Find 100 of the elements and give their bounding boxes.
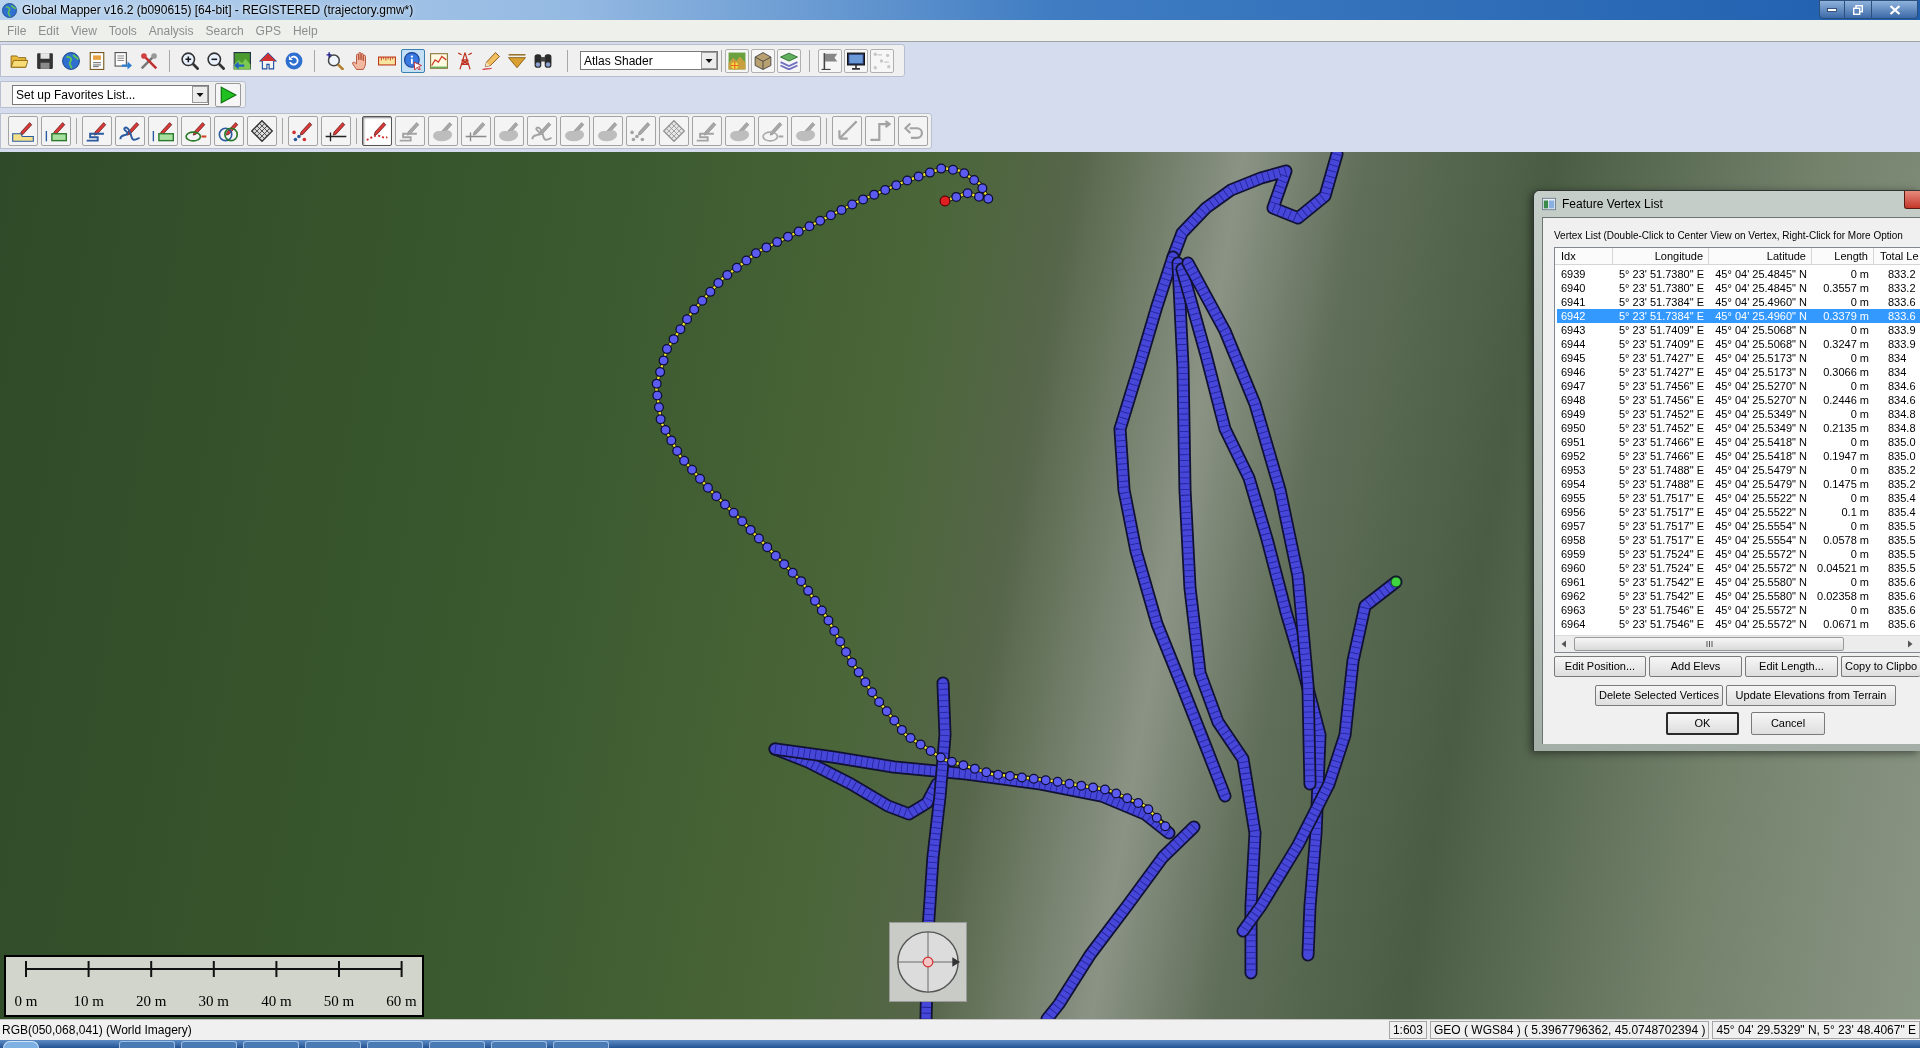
table-cell-text: 835.6 (1887, 575, 1917, 589)
binoculars-icon (534, 51, 552, 70)
table-cell-text: 6944 (1560, 337, 1587, 351)
undo-arrow-icon (902, 120, 924, 142)
table-cell-text: 45° 04' 25.5580" N (1714, 589, 1808, 603)
toolbar-button[interactable] (288, 116, 318, 146)
pencil-steps-icon (399, 120, 421, 142)
pencil-icon (482, 51, 500, 70)
scale-label: 30 m (198, 992, 229, 1010)
zoom-out-icon (207, 51, 225, 70)
table-cell-text: 5° 23' 51.7384" E (1617, 295, 1705, 309)
table-cell-text: 0 m (1849, 463, 1870, 477)
toolbar-button[interactable] (82, 116, 112, 146)
table-cell-text: 6952 (1560, 449, 1587, 463)
status-scale: 1:603 (1388, 1021, 1427, 1039)
table-cell-text: 835.0 (1887, 449, 1917, 463)
favorites-dropdown[interactable]: Set up Favorites List... (12, 84, 209, 105)
corner-arrow-icon (836, 120, 858, 142)
scale-label: 10 m (73, 992, 104, 1010)
table-cell-text: 0 m (1849, 323, 1870, 337)
table-cell-text: 835.6 (1887, 589, 1917, 603)
table-cell-text: 45° 04' 25.5554" N (1714, 519, 1808, 533)
minimize-button[interactable] (1819, 0, 1845, 19)
table-cell-text: 45° 04' 25.5572" N (1714, 603, 1808, 617)
column-header[interactable]: Idx (1555, 248, 1613, 265)
table-cell-text: 835.6 (1887, 617, 1917, 631)
column-header[interactable]: Length (1812, 248, 1874, 265)
dialog-title: Feature Vertex List (1562, 196, 1663, 213)
table-cell-text: 5° 23' 51.7517" E (1617, 491, 1705, 505)
scroll-right-icon (1906, 640, 1914, 648)
table-cell-text: 834.8 (1887, 407, 1917, 421)
table-cell-text: 45° 04' 25.5270" N (1714, 393, 1808, 407)
shader-dropdown[interactable]: Atlas Shader (580, 51, 718, 70)
table-cell-text: 5° 23' 51.7488" E (1617, 477, 1705, 491)
column-header[interactable]: Latitude (1709, 248, 1812, 265)
table-cell-text: 0.0671 m (1822, 617, 1870, 631)
close-button[interactable] (1904, 191, 1920, 209)
horizontal-scrollbar[interactable] (1555, 635, 1920, 652)
scale-label: 60 m (386, 992, 417, 1010)
table-cell-text: 5° 23' 51.7546" E (1617, 603, 1705, 617)
toolbar-button[interactable] (401, 48, 425, 73)
pencil-circle-icon (762, 120, 784, 142)
pan-control[interactable] (889, 922, 967, 1002)
dialog-button[interactable]: Add Elevs (1649, 656, 1742, 677)
pencil-rectangle-icon (45, 120, 67, 142)
table-cell-text: 6947 (1560, 379, 1587, 393)
table-cell-text: 45° 04' 25.5572" N (1714, 547, 1808, 561)
table-cell-text: 6948 (1560, 393, 1587, 407)
toolbar-button[interactable] (818, 48, 842, 73)
toolbar-button[interactable] (41, 116, 71, 146)
toolbar-button[interactable] (362, 116, 392, 146)
table-cell-text: 6954 (1560, 477, 1587, 491)
toolbar-button[interactable] (115, 116, 145, 146)
dialog-button[interactable]: Delete Selected Vertices (1595, 685, 1723, 706)
table-cell-text: 45° 04' 25.5173" N (1714, 351, 1808, 365)
scrollbar-thumb[interactable] (1574, 637, 1844, 651)
table-cell-text: 6945 (1560, 351, 1587, 365)
table-cell-text: 6943 (1560, 323, 1587, 337)
table-cell-text: 0 m (1849, 267, 1870, 281)
start-button[interactable] (3, 1041, 39, 1048)
table-cell-text: 0.3379 m (1822, 309, 1870, 323)
toolbar-button[interactable] (8, 116, 38, 146)
column-header[interactable]: Total Le (1874, 248, 1920, 265)
document-arrow-icon (114, 51, 132, 70)
step-arrow-icon (869, 120, 891, 142)
toolbar-button[interactable] (844, 48, 868, 73)
toolbar-button[interactable] (321, 116, 351, 146)
column-header[interactable]: Longitude (1613, 248, 1709, 265)
table-cell-text: 6940 (1560, 281, 1587, 295)
pencil-curve-icon (531, 120, 553, 142)
close-button[interactable] (1871, 0, 1918, 19)
cube-icon (754, 51, 772, 70)
dialog-button[interactable]: Update Elevations from Terrain (1726, 685, 1896, 706)
toolbar-button[interactable] (247, 116, 277, 146)
table-cell-text: 5° 23' 51.7427" E (1617, 351, 1705, 365)
table-cell-text: 45° 04' 25.4845" N (1714, 281, 1808, 295)
dialog-button[interactable]: Cancel (1751, 712, 1825, 735)
table-cell-text: 835.2 (1887, 477, 1917, 491)
dialog-button[interactable]: OK (1666, 712, 1739, 735)
pencil-curve-icon (119, 120, 141, 142)
window-title: Global Mapper v16.2 (b090615) [64-bit] - REGISTERED (trajectory.gmw*) (22, 2, 414, 18)
table-cell-text: 834 (1887, 365, 1908, 379)
table-cell-text: 45° 04' 25.5068" N (1714, 323, 1808, 337)
table-cell-text: 6949 (1560, 407, 1587, 421)
caret-icon (192, 86, 208, 103)
run-button[interactable] (215, 82, 241, 107)
window-icon (1542, 197, 1556, 211)
restore-button[interactable] (1845, 0, 1871, 19)
dialog-button[interactable]: Copy to Clipbo (1841, 656, 1920, 677)
pencil-line-icon (325, 120, 347, 142)
table-cell-text: 45° 04' 25.5479" N (1714, 477, 1808, 491)
table-cell-text: 5° 23' 51.7542" E (1617, 589, 1705, 603)
table-cell-text: 833.6 (1887, 309, 1917, 323)
dialog-button[interactable]: Edit Position... (1554, 656, 1646, 677)
table-cell-text: 6951 (1560, 435, 1587, 449)
toolbar-button[interactable] (214, 116, 244, 146)
dialog-button[interactable]: Edit Length... (1745, 656, 1838, 677)
scale-label: 40 m (261, 992, 292, 1010)
toolbar-button[interactable] (148, 116, 178, 146)
grip-icon (1705, 641, 1713, 647)
